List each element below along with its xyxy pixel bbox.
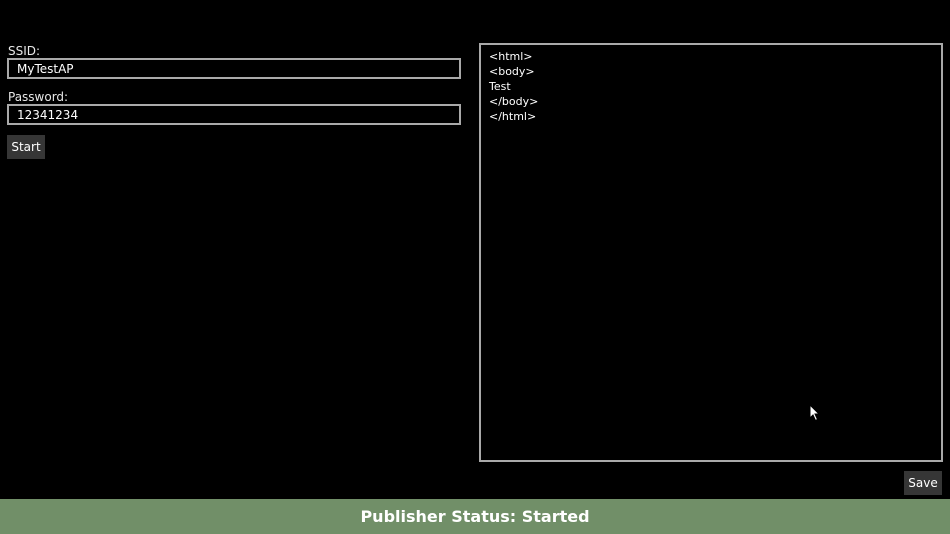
status-bar: Publisher Status: Started xyxy=(0,499,950,534)
app-window: SSID: Password: Start <html> <body> Test… xyxy=(0,0,950,534)
ssid-input[interactable] xyxy=(7,58,461,79)
html-editor[interactable]: <html> <body> Test </body> </html> xyxy=(479,43,943,462)
start-button[interactable]: Start xyxy=(7,135,45,159)
status-text: Publisher Status: Started xyxy=(360,507,590,526)
ssid-label: SSID: xyxy=(8,44,41,58)
password-label: Password: xyxy=(8,90,69,104)
mouse-pointer-icon xyxy=(809,404,821,422)
password-input[interactable] xyxy=(7,104,461,125)
save-button[interactable]: Save xyxy=(904,471,942,495)
